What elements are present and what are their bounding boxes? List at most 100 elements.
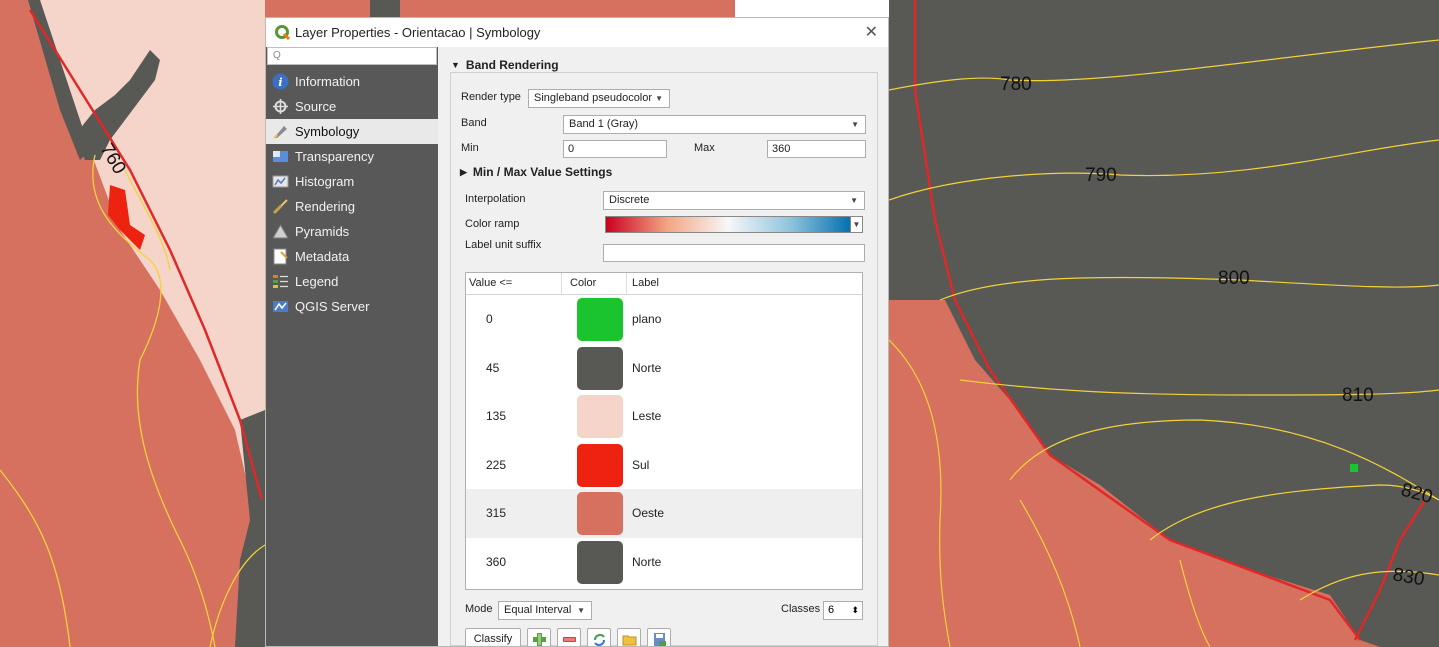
band-value: Band 1 (Gray) (569, 118, 639, 130)
render-type-value: Singleband pseudocolor (534, 92, 653, 104)
sidebar-item-label: Pyramids (295, 224, 350, 239)
sidebar-item-legend[interactable]: Legend (266, 269, 438, 294)
sidebar-item-source[interactable]: Source (266, 94, 438, 119)
rendering-icon (272, 199, 288, 215)
sidebar-item-information[interactable]: i Information (266, 69, 438, 94)
header-label[interactable]: Label (632, 277, 659, 289)
min-input[interactable]: 0 (563, 140, 667, 158)
reverse-colors-button[interactable] (587, 628, 611, 646)
interpolation-select[interactable]: Discrete ▼ (603, 191, 865, 210)
row-label[interactable]: plano (632, 312, 661, 326)
information-icon: i (272, 73, 289, 90)
table-row[interactable]: 0 plano (466, 295, 862, 344)
map-top-strip (265, 0, 735, 17)
sidebar-item-histogram[interactable]: Histogram (266, 169, 438, 194)
save-file-button[interactable] (647, 628, 671, 646)
render-type-select[interactable]: Singleband pseudocolor ▼ (528, 89, 670, 108)
chevron-down-icon: ▼ (655, 94, 663, 103)
histogram-icon (272, 175, 289, 188)
band-label: Band (461, 117, 487, 129)
sidebar-item-label: Legend (295, 274, 339, 289)
row-label[interactable]: Oeste (632, 506, 664, 520)
mode-select[interactable]: Equal Interval ▼ (498, 601, 592, 620)
sidebar-item-label: Rendering (295, 199, 355, 214)
reverse-colors-icon (593, 633, 606, 646)
min-label: Min (461, 142, 479, 154)
close-icon[interactable]: ✕ (865, 22, 878, 42)
layer-properties-dialog: Layer Properties - Orientacao | Symbolog… (265, 17, 889, 647)
sidebar-item-label: Source (295, 99, 337, 114)
row-value[interactable]: 225 (486, 458, 506, 472)
row-label[interactable]: Norte (632, 361, 661, 375)
max-input[interactable]: 360 (767, 140, 866, 158)
classes-label: Classes (781, 603, 821, 615)
row-value[interactable]: 45 (486, 361, 499, 375)
chevron-down-icon[interactable]: ▼ (851, 216, 863, 233)
legend-icon (273, 275, 288, 288)
header-color[interactable]: Color (570, 277, 596, 289)
row-value[interactable]: 135 (486, 409, 506, 423)
expand-right-icon: ▶ (460, 166, 467, 177)
band-select[interactable]: Band 1 (Gray) ▼ (563, 115, 866, 134)
sidebar-item-metadata[interactable]: Metadata (266, 244, 438, 269)
color-swatch[interactable] (577, 298, 623, 341)
label-unit-suffix-label: Label unit suffix (465, 239, 542, 251)
minmax-settings-header[interactable]: ▶ Min / Max Value Settings (460, 165, 612, 179)
transparency-icon (273, 151, 288, 162)
sidebar-item-qgis-server[interactable]: QGIS Server (266, 294, 438, 319)
row-label[interactable]: Sul (632, 458, 649, 472)
map-plano-pixel (1350, 464, 1358, 472)
sidebar-search-input[interactable]: Q (267, 47, 437, 65)
row-value[interactable]: 315 (486, 506, 506, 520)
symbology-icon (273, 126, 287, 139)
remove-class-button[interactable] (557, 628, 581, 646)
label-unit-suffix-input[interactable] (603, 244, 865, 262)
add-class-icon (533, 633, 546, 646)
table-row[interactable]: 45 Norte (466, 344, 862, 393)
chevron-down-icon: ▼ (577, 606, 585, 615)
color-ramp-button[interactable] (605, 216, 851, 233)
svg-text:i: i (278, 76, 282, 89)
color-swatch[interactable] (577, 492, 623, 535)
pyramids-icon (272, 223, 289, 239)
sidebar-items: i Information Source Symbology Transparency H… (266, 69, 438, 319)
band-rendering-header[interactable]: ▼ Band Rendering (451, 58, 559, 72)
contour-label-800: 800 (1218, 268, 1250, 289)
table-row[interactable]: 135 Leste (466, 392, 862, 441)
title-bar[interactable]: Layer Properties - Orientacao | Symbolog… (266, 18, 888, 47)
band-rendering-panel: Render type Singleband pseudocolor ▼ Ban… (450, 72, 878, 646)
sidebar-item-transparency[interactable]: Transparency (266, 144, 438, 169)
qgis-logo-icon (275, 24, 291, 40)
header-value[interactable]: Value <= (469, 277, 512, 289)
classes-spinbox[interactable]: 6 ⬍ (823, 601, 863, 620)
row-value[interactable]: 360 (486, 555, 506, 569)
sidebar-item-pyramids[interactable]: Pyramids (266, 219, 438, 244)
color-swatch[interactable] (577, 395, 623, 438)
table-body: 0 plano 45 Norte 135 Leste 225 Sul 315 Oeste 360 No… (466, 295, 862, 586)
table-header: Value <= Color Label (466, 273, 862, 295)
chevron-down-icon: ▼ (850, 196, 858, 205)
source-icon (273, 99, 288, 114)
add-class-button[interactable] (527, 628, 551, 646)
sidebar-item-rendering[interactable]: Rendering (266, 194, 438, 219)
table-row[interactable]: 225 Sul (466, 441, 862, 490)
color-swatch[interactable] (577, 443, 623, 487)
sidebar-item-symbology[interactable]: Symbology (266, 119, 438, 144)
classify-button[interactable]: Classify (465, 628, 521, 646)
spin-arrows-icon: ⬍ (851, 605, 859, 615)
band-rendering-title: Band Rendering (465, 58, 559, 72)
collapse-down-icon: ▼ (451, 60, 460, 70)
load-file-button[interactable] (617, 628, 641, 646)
color-swatch[interactable] (577, 540, 623, 584)
sidebar-item-label: Transparency (295, 149, 374, 164)
row-label[interactable]: Norte (632, 555, 661, 569)
table-row[interactable]: 360 Norte (466, 538, 862, 587)
color-swatch[interactable] (577, 346, 623, 390)
table-row[interactable]: 315 Oeste (466, 489, 862, 538)
render-type-label: Render type (461, 91, 521, 103)
row-value[interactable]: 0 (486, 312, 493, 326)
row-label[interactable]: Leste (632, 409, 661, 423)
remove-class-icon (563, 637, 576, 642)
sidebar-item-label: Metadata (295, 249, 350, 264)
chevron-down-icon: ▼ (851, 120, 859, 129)
